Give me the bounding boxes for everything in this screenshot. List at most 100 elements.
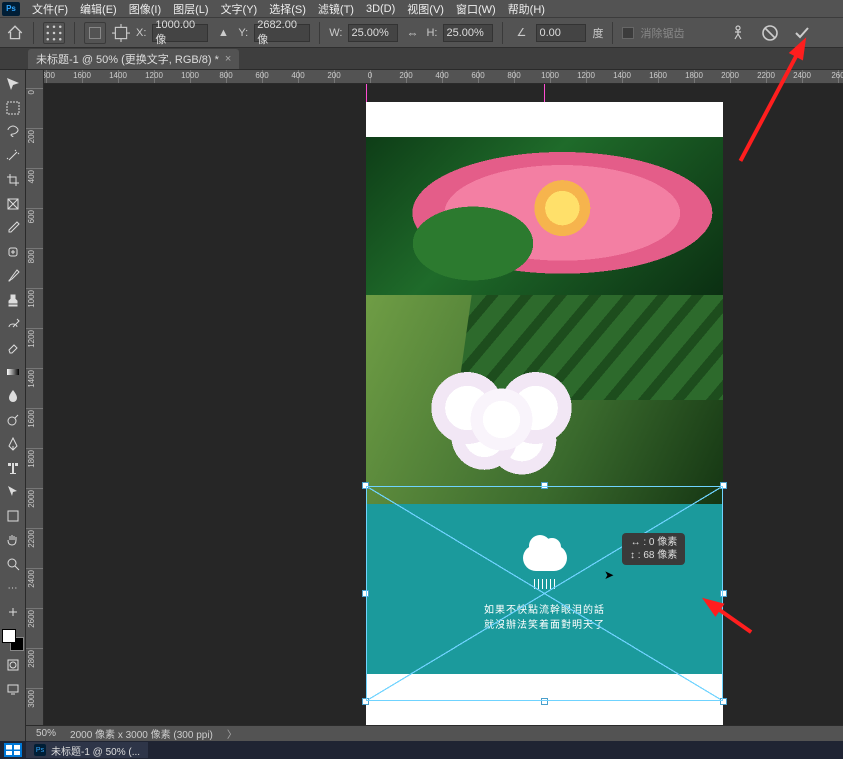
- document-tab[interactable]: 未标题-1 @ 50% (更换文字, RGB/8) * ×: [28, 49, 239, 69]
- tool-overflow-icon[interactable]: ⋯: [3, 578, 23, 598]
- ruler-h-label: 600: [255, 71, 268, 80]
- foreground-color-swatch[interactable]: [2, 629, 16, 643]
- ruler-h-label: 1600: [73, 71, 91, 80]
- shape-tool-icon[interactable]: [3, 506, 23, 526]
- artboard: 如果不快點流幹眼泪的話 就沒辦法笑着面對明天了: [366, 102, 723, 741]
- canvas-area[interactable]: 1800160014001200100080060040020002004006…: [44, 70, 843, 741]
- ruler-v-label: 400: [27, 170, 36, 183]
- frame-tool-icon[interactable]: [3, 194, 23, 214]
- taskbar-item-label: 未标题-1 @ 50% (...: [51, 743, 140, 758]
- home-icon[interactable]: [6, 24, 24, 42]
- poem-line-1: 如果不快點流幹眼泪的話: [484, 603, 605, 618]
- w-label: W:: [329, 27, 342, 39]
- w-field[interactable]: 25.00%: [348, 24, 398, 42]
- menu-help[interactable]: 帮助(H): [502, 1, 551, 17]
- ruler-h-label: 0: [368, 71, 372, 80]
- relative-position-icon[interactable]: [112, 24, 130, 42]
- taskbar-item-ps[interactable]: Ps 未标题-1 @ 50% (...: [26, 742, 148, 758]
- ruler-v-label: 1800: [27, 450, 36, 468]
- h-label: H:: [426, 27, 437, 39]
- ruler-h-label: 1200: [577, 71, 595, 80]
- eraser-tool-icon[interactable]: [3, 338, 23, 358]
- status-menu-icon[interactable]: 〉: [227, 726, 237, 741]
- ruler-horizontal[interactable]: 1800160014001200100080060040020002004006…: [44, 70, 843, 84]
- menu-edit[interactable]: 编辑(E): [74, 1, 123, 17]
- start-button-icon[interactable]: [4, 743, 22, 757]
- path-select-icon[interactable]: [3, 482, 23, 502]
- blur-tool-icon[interactable]: [3, 386, 23, 406]
- ruler-v-label: 0: [27, 90, 36, 94]
- ruler-h-label: 1600: [649, 71, 667, 80]
- ruler-vertical[interactable]: 0200400600800100012001400160018002000220…: [26, 70, 44, 741]
- ruler-v-label: 2800: [27, 650, 36, 668]
- menu-file[interactable]: 文件(F): [26, 1, 74, 17]
- dodge-tool-icon[interactable]: [3, 410, 23, 430]
- doc-dimensions[interactable]: 2000 像素 x 3000 像素 (300 ppi): [70, 726, 213, 741]
- image-panel-lotus: [366, 137, 723, 295]
- document-canvas[interactable]: 如果不快點流幹眼泪的話 就沒辦法笑着面對明天了 ↔ : 0 像素 ↕ : 68 …: [44, 84, 843, 741]
- ref-grid-icon[interactable]: [84, 22, 106, 44]
- menu-type[interactable]: 文字(Y): [215, 1, 264, 17]
- marquee-tool-icon[interactable]: [3, 98, 23, 118]
- ruler-h-label: 200: [399, 71, 412, 80]
- eyedropper-tool-icon[interactable]: [3, 218, 23, 238]
- ruler-v-label: 3000: [27, 690, 36, 708]
- ruler-v-label: 1400: [27, 370, 36, 388]
- edit-toolbar-icon[interactable]: [3, 602, 23, 622]
- brush-tool-icon[interactable]: [3, 266, 23, 286]
- cursor-icon: ➤: [604, 568, 614, 582]
- crop-tool-icon[interactable]: [3, 170, 23, 190]
- close-tab-icon[interactable]: ×: [225, 53, 231, 65]
- wand-tool-icon[interactable]: [3, 146, 23, 166]
- history-brush-icon[interactable]: [3, 314, 23, 334]
- ruler-h-label: 800: [219, 71, 232, 80]
- cancel-transform-icon[interactable]: [761, 24, 779, 42]
- screenmode-icon[interactable]: [3, 679, 23, 699]
- angle-icon: ∠: [512, 24, 530, 42]
- menu-view[interactable]: 视图(V): [401, 1, 450, 17]
- ps-small-icon: Ps: [34, 744, 46, 756]
- move-tool-icon[interactable]: [3, 74, 23, 94]
- cloud-icon: [523, 545, 567, 571]
- zoom-readout[interactable]: 50%: [36, 728, 56, 739]
- ruler-h-label: 260: [831, 71, 843, 80]
- poem-line-2: 就沒辦法笑着面對明天了: [484, 618, 605, 633]
- menu-image[interactable]: 图像(I): [123, 1, 167, 17]
- menu-select[interactable]: 选择(S): [263, 1, 312, 17]
- ruler-v-label: 2600: [27, 610, 36, 628]
- menu-window[interactable]: 窗口(W): [450, 1, 502, 17]
- reference-point-icon[interactable]: [43, 22, 65, 44]
- menu-bar: Ps 文件(F) 编辑(E) 图像(I) 图层(L) 文字(Y) 选择(S) 滤…: [0, 0, 843, 18]
- angle-field[interactable]: 0.00: [536, 24, 586, 42]
- lasso-tool-icon[interactable]: [3, 122, 23, 142]
- zoom-tool-icon[interactable]: [3, 554, 23, 574]
- ruler-h-label: 400: [435, 71, 448, 80]
- antialias-checkbox[interactable]: [622, 27, 634, 39]
- ruler-v-label: 1200: [27, 330, 36, 348]
- stamp-tool-icon[interactable]: [3, 290, 23, 310]
- h-field[interactable]: 25.00%: [443, 24, 493, 42]
- y-field[interactable]: 2682.00 像: [254, 24, 310, 42]
- app-icon: Ps: [2, 2, 20, 16]
- quickmask-icon[interactable]: [3, 655, 23, 675]
- os-taskbar: Ps 未标题-1 @ 50% (...: [0, 741, 843, 759]
- pen-tool-icon[interactable]: [3, 434, 23, 454]
- menu-filter[interactable]: 滤镜(T): [312, 1, 360, 17]
- menu-3d[interactable]: 3D(D): [360, 3, 401, 15]
- triangle-icon[interactable]: ▲: [214, 24, 232, 42]
- x-field[interactable]: 1000.00 像: [152, 24, 208, 42]
- gradient-tool-icon[interactable]: [3, 362, 23, 382]
- hand-tool-icon[interactable]: [3, 530, 23, 550]
- color-swatches[interactable]: [2, 629, 24, 651]
- heal-tool-icon[interactable]: [3, 242, 23, 262]
- document-tab-bar: 未标题-1 @ 50% (更换文字, RGB/8) * ×: [0, 48, 843, 70]
- menu-layer[interactable]: 图层(L): [167, 1, 214, 17]
- type-tool-icon[interactable]: [3, 458, 23, 478]
- ruler-v-label: 2200: [27, 530, 36, 548]
- status-bar: 50% 2000 像素 x 3000 像素 (300 ppi) 〉: [26, 725, 843, 741]
- text-panel-teal: 如果不快點流幹眼泪的話 就沒辦法笑着面對明天了: [366, 504, 723, 674]
- puppet-icon[interactable]: [729, 24, 747, 42]
- transform-delta-tooltip: ↔ : 0 像素 ↕ : 68 像素: [622, 533, 685, 565]
- link-aspect-icon[interactable]: ⇔: [404, 25, 420, 41]
- ruler-v-label: 1000: [27, 290, 36, 308]
